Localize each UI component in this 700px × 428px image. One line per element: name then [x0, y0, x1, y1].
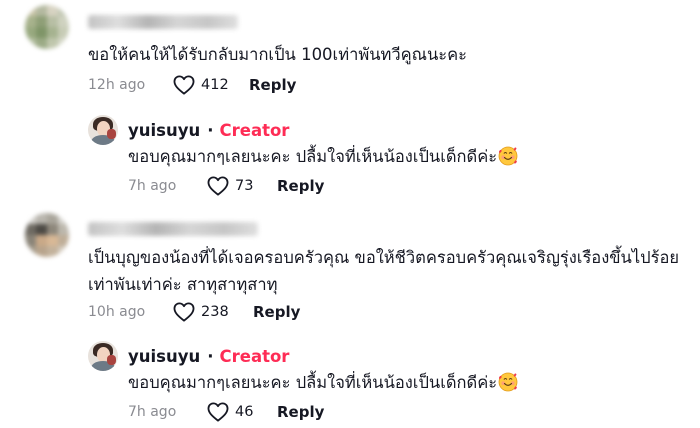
commenter-avatar[interactable]: [25, 213, 69, 257]
creator-badge: Creator: [219, 347, 290, 366]
smiling-face-with-hearts-emoji: [498, 372, 518, 392]
separator-dot: ·: [207, 121, 214, 140]
creator-username[interactable]: yuisuyu: [128, 121, 200, 140]
like-button[interactable]: 46: [207, 402, 253, 422]
comment-time: 12h ago: [88, 77, 146, 93]
commenter-username[interactable]: [88, 15, 238, 29]
reply-time: 7h ago: [128, 404, 177, 420]
commenter-avatar[interactable]: [25, 5, 69, 49]
creator-badge: Creator: [219, 121, 290, 140]
like-button[interactable]: 238: [173, 302, 229, 322]
heart-icon[interactable]: [207, 402, 229, 422]
reply-time: 7h ago: [128, 178, 177, 194]
like-count: 46: [235, 404, 254, 420]
creator-name-row: yuisuyu · Creator: [128, 347, 289, 366]
creator-avatar[interactable]: [88, 115, 118, 145]
reply-button[interactable]: Reply: [253, 303, 300, 321]
heart-icon[interactable]: [173, 75, 195, 95]
heart-icon[interactable]: [207, 176, 229, 196]
reply-text-row: ขอบคุณมากๆเลยนะคะ ปลื้มใจที่เห็นน้องเป็น…: [128, 370, 518, 396]
like-count: 412: [201, 77, 229, 93]
like-count: 238: [201, 304, 229, 320]
comment-text-line-2: เท่าพันเท่าค่ะ สาทุสาทุสาทุ: [88, 275, 278, 294]
comment-thread: ขอให้คนให้ได้รับกลับมากเป็น 100เท่าพันทว…: [0, 0, 700, 428]
creator-username[interactable]: yuisuyu: [128, 347, 200, 366]
comment-time: 10h ago: [88, 304, 146, 320]
separator-dot: ·: [207, 347, 214, 366]
like-button[interactable]: 412: [173, 75, 229, 95]
heart-icon[interactable]: [173, 302, 195, 322]
comment-text-line-1: เป็นบุญของน้องที่ได้เจอครอบครัวคุณ ขอให้…: [88, 248, 680, 267]
reply-text: ขอบคุณมากๆเลยนะคะ ปลื้มใจที่เห็นน้องเป็น…: [128, 147, 498, 166]
creator-avatar[interactable]: [88, 341, 118, 371]
reply-text: ขอบคุณมากๆเลยนะคะ ปลื้มใจที่เห็นน้องเป็น…: [128, 373, 498, 392]
reply-button[interactable]: Reply: [249, 76, 296, 94]
like-button[interactable]: 73: [207, 176, 253, 196]
reply-text-row: ขอบคุณมากๆเลยนะคะ ปลื้มใจที่เห็นน้องเป็น…: [128, 144, 518, 170]
creator-name-row: yuisuyu · Creator: [128, 121, 289, 140]
like-count: 73: [235, 178, 254, 194]
commenter-username[interactable]: [88, 222, 258, 236]
reply-button[interactable]: Reply: [277, 177, 324, 195]
comment-text: ขอให้คนให้ได้รับกลับมากเป็น 100เท่าพันทว…: [88, 45, 468, 64]
reply-button[interactable]: Reply: [277, 403, 324, 421]
smiling-face-with-hearts-emoji: [498, 146, 518, 166]
